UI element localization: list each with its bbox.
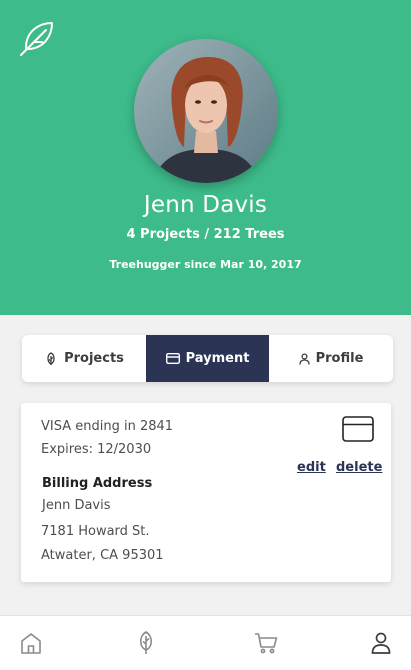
credit-card-icon: [342, 416, 374, 442]
nav-cart[interactable]: [253, 630, 279, 656]
profile-stats: 4 Projects / 212 Trees: [126, 227, 285, 242]
tab-label: Projects: [64, 351, 124, 366]
card-line: VISA ending in 2841: [41, 419, 174, 434]
profile-header: Jenn Davis 4 Projects / 212 Trees Treehu…: [0, 0, 411, 315]
person-icon: [298, 352, 310, 365]
billing-heading: Billing Address: [42, 476, 153, 491]
leaf-icon: [47, 351, 55, 365]
nav-profile[interactable]: [368, 630, 394, 656]
nav-home[interactable]: [18, 630, 44, 656]
billing-street: 7181 Howard St.: [41, 524, 150, 539]
tab-projects[interactable]: Projects: [22, 335, 146, 382]
tab-bar: Projects Payment Profile: [22, 335, 393, 382]
member-since: Treehugger since Mar 10, 2017: [109, 258, 302, 271]
edit-link[interactable]: edit: [297, 460, 326, 475]
card-expiry: Expires: 12/2030: [41, 442, 152, 457]
person-icon: [371, 632, 391, 654]
cart-icon: [255, 633, 278, 654]
tab-payment[interactable]: Payment: [146, 335, 269, 382]
payment-card: VISA ending in 2841 Expires: 12/2030 edi…: [21, 403, 391, 582]
feather-logo-icon[interactable]: [17, 18, 57, 58]
nav-projects[interactable]: [133, 630, 159, 656]
tab-label: Profile: [315, 351, 364, 366]
leaf-icon: [139, 631, 153, 654]
profile-name: Jenn Davis: [143, 192, 268, 218]
delete-link[interactable]: delete: [336, 460, 382, 475]
bottom-nav: [0, 615, 411, 670]
tab-profile[interactable]: Profile: [269, 335, 393, 382]
billing-city: Atwater, CA 95301: [41, 548, 164, 563]
tab-label: Payment: [185, 351, 250, 366]
avatar: [134, 39, 278, 183]
credit-card-icon: [165, 353, 180, 364]
billing-name: Jenn Davis: [42, 498, 111, 513]
home-icon: [21, 633, 41, 654]
